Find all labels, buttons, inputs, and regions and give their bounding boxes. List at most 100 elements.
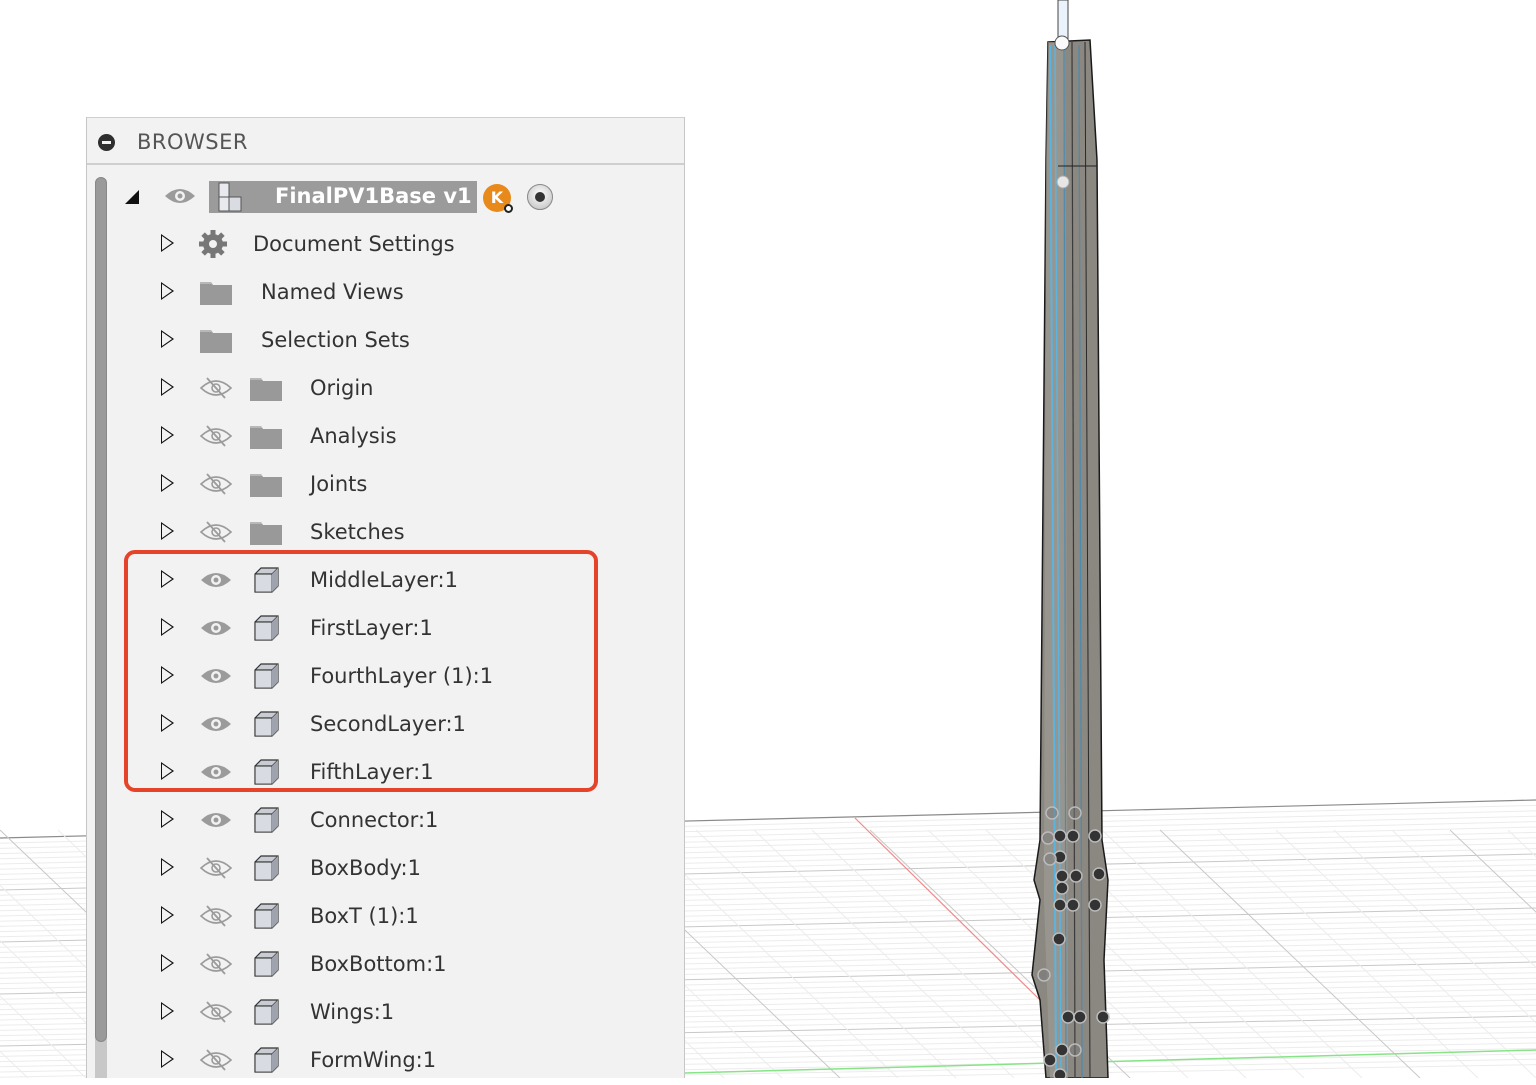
component-icon <box>254 759 279 785</box>
joint-marker[interactable] <box>1053 829 1067 843</box>
eye-icon[interactable] <box>163 185 197 207</box>
joint-marker[interactable] <box>1055 1043 1069 1057</box>
expand-triangle-icon[interactable] <box>161 282 174 300</box>
tree-item-label: BoxBottom:1 <box>310 952 447 976</box>
joint-marker[interactable] <box>1043 852 1057 866</box>
expand-triangle-icon[interactable] <box>161 666 174 684</box>
grid-line <box>1449 829 1536 913</box>
joint-marker[interactable] <box>1052 932 1066 946</box>
eye-hidden-icon[interactable] <box>199 953 233 975</box>
collapse-panel-button[interactable] <box>98 134 115 151</box>
tree-item-label: Named Views <box>261 280 404 304</box>
tree-item[interactable]: FifthLayer:1 <box>87 749 684 797</box>
expand-triangle-icon[interactable] <box>161 522 174 540</box>
joint-marker[interactable] <box>1037 968 1051 982</box>
expand-triangle-icon[interactable] <box>161 426 174 444</box>
tree-item[interactable]: MiddleLayer:1 <box>87 557 684 605</box>
grid-line <box>1275 829 1536 1078</box>
tree-item[interactable]: Analysis <box>87 413 684 461</box>
expand-triangle-icon[interactable] <box>161 330 174 348</box>
expand-triangle-icon[interactable] <box>161 762 174 780</box>
joint-marker[interactable] <box>1055 869 1069 883</box>
eye-hidden-icon[interactable] <box>199 905 233 927</box>
tree-item[interactable]: FirstLayer:1 <box>87 605 684 653</box>
expand-triangle-icon[interactable] <box>161 234 174 252</box>
joint-marker[interactable] <box>1066 898 1080 912</box>
tree-item[interactable]: BoxT (1):1 <box>87 893 684 941</box>
component-icon <box>254 1047 279 1073</box>
eye-hidden-icon[interactable] <box>199 521 233 543</box>
tree-item[interactable]: Wings:1 <box>87 989 684 1037</box>
eye-icon[interactable] <box>199 569 233 591</box>
tree-item-label: Wings:1 <box>310 1000 395 1024</box>
tree-item[interactable]: FourthLayer (1):1 <box>87 653 684 701</box>
expand-triangle-icon[interactable] <box>161 810 174 828</box>
tree-item[interactable]: Selection Sets <box>87 317 684 365</box>
joint-marker[interactable] <box>1053 898 1067 912</box>
tree-item[interactable]: SecondLayer:1 <box>87 701 684 749</box>
activate-component-radio[interactable] <box>527 184 553 210</box>
joint-marker[interactable] <box>1066 829 1080 843</box>
browser-header: BROWSER <box>87 117 684 165</box>
joint-marker[interactable] <box>1045 806 1059 820</box>
expand-triangle-icon[interactable] <box>161 954 174 972</box>
joint-marker[interactable] <box>1073 1010 1087 1024</box>
eye-icon[interactable] <box>199 665 233 687</box>
gear-icon <box>199 230 227 258</box>
expand-triangle-icon[interactable] <box>161 474 174 492</box>
expand-triangle-icon[interactable] <box>161 618 174 636</box>
root-selection-highlight[interactable]: FinalPV1Base v1 <box>209 181 477 213</box>
joint-marker[interactable] <box>1068 1043 1082 1057</box>
tree-item-label: FormWing:1 <box>310 1048 437 1072</box>
joint-marker[interactable] <box>1041 831 1055 845</box>
tree-item-label: Connector:1 <box>310 808 439 832</box>
component-icon <box>254 855 279 881</box>
joint-origin-top[interactable] <box>1054 35 1070 51</box>
expand-triangle-icon[interactable] <box>161 378 174 396</box>
tree-item[interactable]: Named Views <box>87 269 684 317</box>
joint-origin[interactable] <box>1056 175 1070 189</box>
expand-triangle-icon[interactable] <box>161 570 174 588</box>
expand-triangle-icon[interactable] <box>161 906 174 924</box>
user-avatar-badge: K <box>483 184 513 213</box>
expand-triangle-icon[interactable] <box>161 1050 174 1068</box>
tree-item[interactable]: BoxBottom:1 <box>87 941 684 989</box>
joint-marker[interactable] <box>1088 829 1102 843</box>
eye-icon[interactable] <box>199 809 233 831</box>
expand-triangle-icon[interactable] <box>161 858 174 876</box>
tree-item-label: SecondLayer:1 <box>310 712 466 736</box>
joint-marker[interactable] <box>1096 1010 1110 1024</box>
eye-hidden-icon[interactable] <box>199 377 233 399</box>
tree-root-item[interactable]: FinalPV1Base v1 K <box>87 173 684 221</box>
joint-marker[interactable] <box>1092 867 1106 881</box>
collapse-triangle-icon[interactable] <box>125 190 139 204</box>
eye-hidden-icon[interactable] <box>199 1001 233 1023</box>
tree-item[interactable]: BoxBody:1 <box>87 845 684 893</box>
joint-marker[interactable] <box>1088 898 1102 912</box>
joint-marker[interactable] <box>1061 1010 1075 1024</box>
joint-marker[interactable] <box>1053 1068 1067 1078</box>
expand-triangle-icon[interactable] <box>161 1002 174 1020</box>
eye-hidden-icon[interactable] <box>199 1049 233 1071</box>
eye-icon[interactable] <box>199 761 233 783</box>
joint-marker[interactable] <box>1043 1053 1057 1067</box>
eye-hidden-icon[interactable] <box>199 425 233 447</box>
joint-marker[interactable] <box>1069 869 1083 883</box>
eye-hidden-icon[interactable] <box>199 473 233 495</box>
tree-item[interactable]: Connector:1 <box>87 797 684 845</box>
eye-icon[interactable] <box>199 617 233 639</box>
tree-item-label: BoxBody:1 <box>310 856 421 880</box>
eye-hidden-icon[interactable] <box>199 857 233 879</box>
expand-triangle-icon[interactable] <box>161 714 174 732</box>
model-body[interactable] <box>1031 0 1110 1078</box>
tree-item[interactable]: Joints <box>87 461 684 509</box>
component-icon <box>254 615 279 641</box>
tree-item[interactable]: Origin <box>87 365 684 413</box>
tree-item[interactable]: Sketches <box>87 509 684 557</box>
folder-icon <box>250 378 282 401</box>
tree-item-label: Joints <box>310 472 368 496</box>
joint-marker[interactable] <box>1068 806 1082 820</box>
tree-item[interactable]: Document Settings <box>87 221 684 269</box>
joint-marker[interactable] <box>1055 881 1069 895</box>
eye-icon[interactable] <box>199 713 233 735</box>
